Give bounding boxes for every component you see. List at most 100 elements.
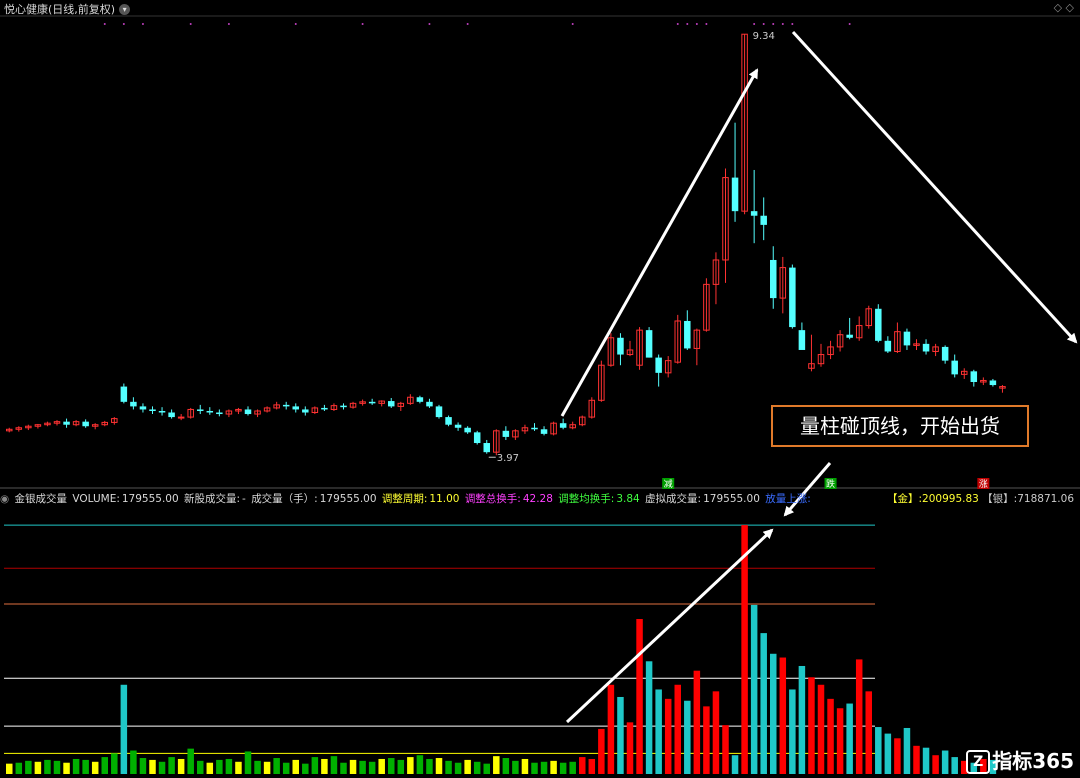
volume-bar [120, 684, 128, 774]
volume-bar [206, 762, 214, 774]
signal-dot [676, 23, 679, 25]
volume-bar [63, 762, 70, 774]
volume-bar [311, 757, 319, 774]
collapse-icon[interactable]: ◉ [0, 493, 9, 505]
volume-bar [464, 759, 471, 774]
volume-bar [741, 525, 748, 774]
candle-body [435, 406, 443, 418]
volume-bar [149, 759, 156, 774]
volume-bar [607, 684, 615, 774]
volume-value: 179555.00 [121, 493, 179, 505]
volume-bar [416, 755, 424, 774]
volume-bar [168, 757, 175, 774]
candle-body [168, 412, 175, 418]
signal-dot [466, 23, 469, 25]
candle-body [760, 215, 767, 225]
volume-bar [894, 738, 901, 774]
volume-bar [951, 757, 958, 774]
volume-bar [397, 759, 405, 774]
signal-dot [189, 23, 192, 25]
candle-body [846, 334, 853, 338]
candle-body [206, 410, 214, 413]
volume-series [6, 525, 997, 774]
volume-bar [655, 689, 662, 774]
candle-body [770, 259, 777, 299]
candle-body [388, 401, 395, 407]
volume-bar [53, 760, 61, 774]
virtual-volume-value: 179555.00 [703, 493, 760, 505]
window-controls-icon[interactable]: ◇ ◇ [1054, 1, 1074, 14]
volume-bar [598, 728, 605, 774]
volume-bar [368, 761, 376, 774]
volume-bar [388, 758, 395, 774]
volume-bar [512, 760, 519, 774]
candle-body [941, 346, 949, 361]
candle-body [177, 416, 185, 419]
volume-bar [827, 698, 834, 774]
signal-dot [122, 23, 125, 25]
volume-bar [101, 757, 108, 774]
volume-label: VOLUME: [72, 493, 120, 505]
signal-dot [294, 23, 297, 25]
signal-dot [791, 23, 794, 25]
candle-body [454, 424, 462, 428]
new-stock-label: 新股成交量: [184, 493, 241, 505]
candle-body [875, 308, 882, 341]
volume-bar [235, 761, 242, 774]
volume-bar [292, 759, 299, 774]
volume-bar [340, 762, 347, 774]
volume-bar [15, 762, 23, 774]
signal-dot [686, 23, 689, 25]
volume-bar [254, 760, 261, 774]
candle-body [989, 380, 997, 386]
chevron-down-icon[interactable]: ▾ [119, 4, 131, 15]
volume-bar [903, 727, 911, 774]
gold-value: 200995.83 [922, 493, 979, 505]
volume-bar [330, 756, 338, 774]
volume-bar [473, 761, 481, 774]
indicator-name[interactable]: 金银成交量 [15, 493, 68, 505]
total-turnover-value: 42.28 [522, 493, 553, 505]
chengjiao-value: 179555.00 [319, 493, 377, 505]
volume-bar [25, 760, 32, 774]
volume-bar [760, 633, 767, 774]
volume-bar [750, 604, 758, 774]
candle-body [970, 371, 978, 382]
volume-bar [540, 761, 548, 774]
signal-tag: 跌 [826, 479, 835, 490]
stock-chart: 9.34 3.97 减 跌 涨 [0, 15, 1080, 774]
candle-body [750, 211, 758, 216]
volume-bar [779, 657, 787, 774]
volume-bar [550, 760, 557, 774]
high-price-label: 9.34 [753, 31, 775, 42]
candle-body [502, 430, 510, 437]
signal-tag: 涨 [979, 479, 988, 490]
candle-body [473, 432, 481, 444]
candle-body [922, 343, 930, 352]
volume-bar [407, 757, 414, 774]
candle-body [464, 427, 471, 433]
candle-body [426, 401, 433, 407]
logo-icon: Z [966, 750, 991, 774]
volume-bar [34, 761, 42, 774]
candle-body [731, 177, 739, 212]
volume-bar [789, 689, 796, 774]
volume-bar [454, 762, 462, 774]
candle-body [368, 401, 376, 404]
volume-bar [712, 691, 720, 774]
volume-bar [187, 748, 194, 774]
signal-tag: 减 [664, 478, 673, 490]
volume-uptrend-arrow [565, 528, 774, 724]
volume-bar [91, 761, 99, 774]
new-stock-value: - [242, 493, 246, 505]
volume-bar [225, 758, 233, 774]
candle-body [645, 330, 653, 358]
volume-bar [493, 756, 500, 774]
volume-bar [913, 745, 920, 774]
volume-bar [674, 684, 681, 774]
candle-body [158, 410, 166, 413]
annotation-pointer-arrow [783, 462, 832, 517]
volume-bar [808, 677, 815, 774]
candle-body [903, 331, 911, 346]
candle-body [292, 406, 299, 410]
